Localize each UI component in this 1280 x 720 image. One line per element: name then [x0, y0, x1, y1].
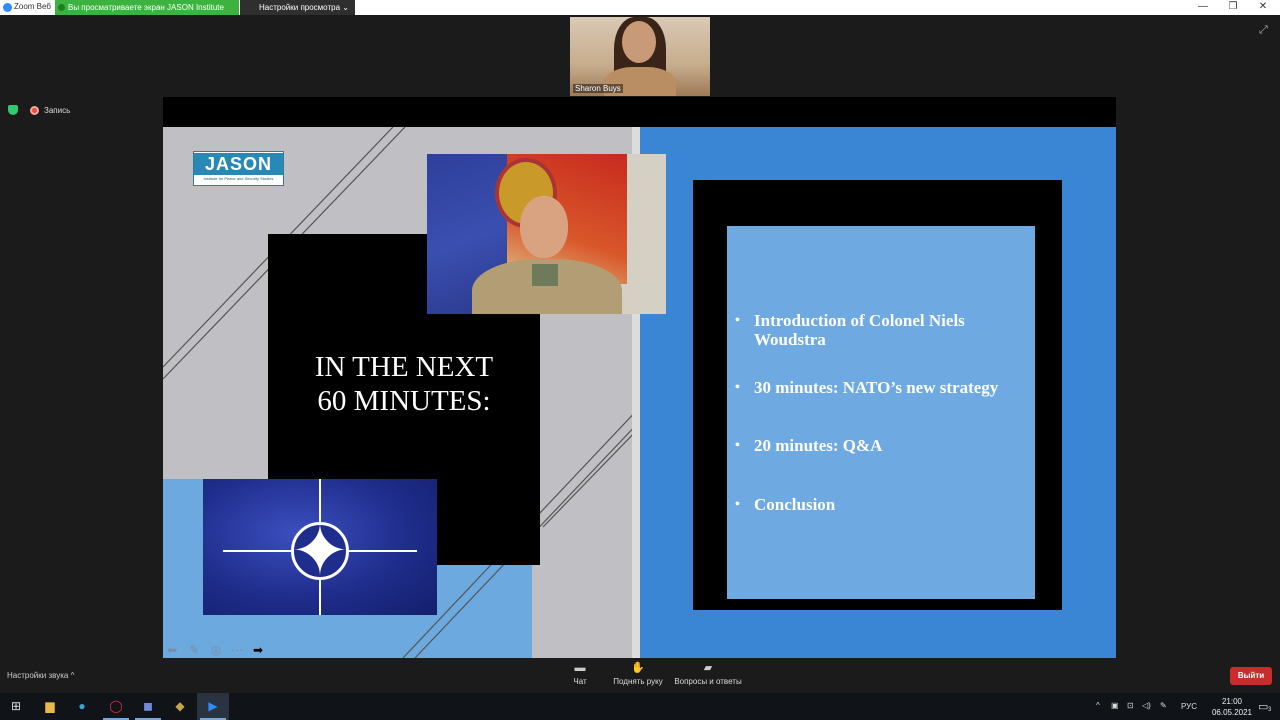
screen-share-banner: Вы просматриваете экран JASON Institute: [55, 0, 239, 15]
fullscreen-icon[interactable]: ⤢: [1259, 24, 1268, 37]
more-icon[interactable]: ⋯: [230, 643, 244, 657]
qa-button[interactable]: ▰ Вопросы и ответы: [673, 662, 743, 686]
pen-tray-icon[interactable]: ✎: [1160, 701, 1167, 710]
system-tray: ^ ▣ ⊡ ◁) ✎ РУС 21:00 06.05.2021 ▭ 3: [1094, 693, 1280, 720]
photo-collar: [532, 264, 558, 286]
raise-hand-label: Поднять руку: [613, 677, 663, 686]
agenda-frame: • Introduction of Colonel Niels Woudstra…: [693, 180, 1062, 610]
share-status-icon: [58, 4, 65, 11]
slide-heading: IN THE NEXT 60 MINUTES:: [268, 350, 540, 418]
speaker-name: Sharon Buys: [573, 84, 623, 93]
photo-face: [520, 196, 568, 258]
maximize-button[interactable]: ❐: [1218, 0, 1248, 15]
shared-slide: JASON Institute for Peace and Security S…: [163, 127, 1116, 658]
meeting-controls-bar: Настройки звука ^ ▬ Чат ✋ Поднять руку ▰…: [0, 660, 1280, 693]
start-windows-icon[interactable]: ⊞: [0, 693, 32, 720]
chevron-up-icon: ^: [70, 671, 75, 680]
notification-icon[interactable]: ▭: [1258, 700, 1268, 713]
speaker-face: [622, 21, 656, 63]
discord-icon[interactable]: ◼: [132, 693, 164, 720]
close-button[interactable]: ✕: [1248, 0, 1278, 15]
clock-date[interactable]: 06.05.2021: [1206, 708, 1258, 717]
forward-arrow-icon[interactable]: ➡: [251, 643, 265, 657]
slide-heading-line2: 60 MINUTES:: [317, 385, 491, 417]
agenda-box: • Introduction of Colonel Niels Woudstra…: [727, 226, 1035, 599]
agenda-item-text: 30 minutes: NATO’s new strategy: [754, 378, 999, 397]
nato-flag-image: ✦: [203, 479, 437, 615]
window-titlebar: Zoom Веб Вы просматриваете экран JASON I…: [0, 0, 1280, 15]
back-arrow-icon[interactable]: ⬅: [165, 643, 179, 657]
agenda-item-text: Conclusion: [754, 495, 836, 514]
slide-heading-line1: IN THE NEXT: [314, 351, 494, 383]
chat-button[interactable]: ▬ Чат: [566, 662, 594, 686]
notification-count: 3: [1268, 707, 1272, 713]
encryption-shield-icon[interactable]: [8, 105, 18, 115]
minimize-button[interactable]: —: [1188, 0, 1218, 15]
chevron-down-icon: ⌄: [342, 3, 349, 12]
file-explorer-icon[interactable]: ▆: [34, 693, 66, 720]
pointer-icon[interactable]: ◎: [209, 643, 223, 657]
language-indicator[interactable]: РУС: [1181, 702, 1197, 711]
zoom-logo-icon: [3, 3, 12, 12]
agenda-bullet: •: [735, 313, 740, 328]
agenda-item: • 30 minutes: NATO’s new strategy: [735, 378, 1030, 397]
agenda-bullet: •: [735, 438, 740, 453]
agenda-item: • 20 minutes: Q&A: [735, 436, 1030, 455]
windows-taskbar: ⊞ ▆ ● ◯ ◼ ◆ ▶ ^ ▣ ⊡ ◁) ✎ РУС 21:00 06.05…: [0, 693, 1280, 720]
agenda-item: • Introduction of Colonel Niels Woudstra: [735, 311, 1030, 349]
hand-icon: ✋: [631, 662, 645, 674]
tray-chevron-icon[interactable]: ^: [1096, 701, 1100, 710]
qa-icon: ▰: [703, 662, 713, 674]
shared-screen-top-bar: [163, 97, 1116, 127]
telegram-icon[interactable]: ●: [66, 693, 98, 720]
pen-icon[interactable]: ✎: [187, 643, 201, 657]
view-settings-button[interactable]: Настройки просмотра ⌄: [240, 0, 355, 15]
volume-icon[interactable]: ◁): [1142, 701, 1151, 710]
network-icon[interactable]: ⊡: [1127, 701, 1134, 710]
raise-hand-button[interactable]: ✋ Поднять руку: [612, 662, 664, 686]
agenda-item-text: 20 minutes: Q&A: [754, 436, 883, 455]
opera-icon[interactable]: ◯: [100, 693, 132, 720]
game-launcher-icon[interactable]: ◆: [164, 693, 196, 720]
agenda-bullet: •: [735, 380, 740, 395]
agenda-item: • Conclusion: [735, 495, 1030, 514]
jason-logo-word: JASON: [194, 153, 283, 175]
recording-label: Запись: [44, 106, 71, 115]
chat-label: Чат: [573, 677, 587, 686]
recording-icon: [30, 106, 39, 115]
colonel-photo: [427, 154, 666, 314]
clock-time[interactable]: 21:00: [1206, 697, 1258, 706]
agenda-bullet: •: [735, 497, 740, 512]
tray-app-icon[interactable]: ▣: [1111, 701, 1119, 710]
slide-navigation: ⬅ ✎ ◎ ⋯ ➡: [163, 643, 273, 658]
zoom-taskbar-icon[interactable]: ▶: [197, 693, 229, 720]
jason-logo: JASON Institute for Peace and Security S…: [193, 151, 284, 186]
qa-label: Вопросы и ответы: [674, 677, 742, 686]
audio-settings-label: Настройки звука: [7, 671, 69, 680]
speaker-video-tile[interactable]: Sharon Buys: [570, 17, 710, 96]
agenda-item-text: Introduction of Colonel Niels Woudstra: [754, 311, 965, 349]
chat-icon: ▬: [574, 662, 586, 674]
view-settings-label: Настройки просмотра: [259, 3, 341, 12]
jason-logo-subtitle: Institute for Peace and Security Studies: [203, 176, 274, 181]
audio-settings-button[interactable]: Настройки звука ^: [7, 671, 74, 680]
nato-compass-star-icon: ✦: [290, 512, 350, 590]
app-title: Zoom Веб: [14, 2, 51, 11]
exit-button[interactable]: Выйти: [1230, 667, 1272, 685]
